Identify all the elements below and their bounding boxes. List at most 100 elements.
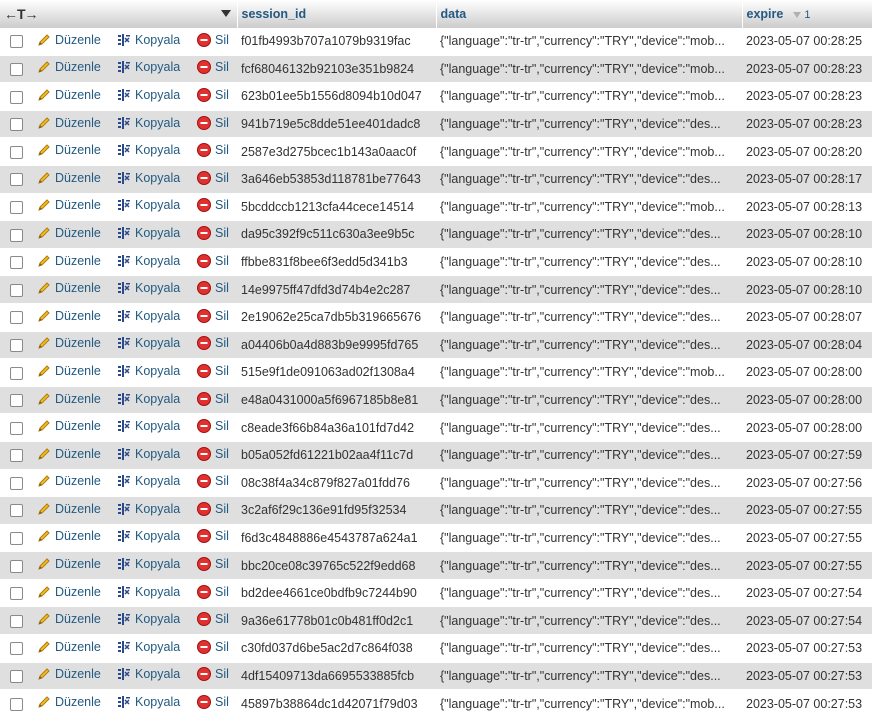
- delete-button[interactable]: Sil: [196, 59, 229, 75]
- sort-expire-link[interactable]: expire: [747, 7, 784, 21]
- delete-button[interactable]: Sil: [196, 197, 229, 213]
- column-header-session-id[interactable]: session_id: [237, 0, 437, 28]
- copy-button[interactable]: Kopyala: [116, 280, 180, 296]
- delete-button[interactable]: Sil: [196, 32, 229, 48]
- edit-button[interactable]: Düzenle: [36, 391, 101, 407]
- edit-button[interactable]: Düzenle: [36, 556, 101, 572]
- edit-button[interactable]: Düzenle: [36, 308, 101, 324]
- delete-button[interactable]: Sil: [196, 584, 229, 600]
- row-checkbox[interactable]: [9, 145, 23, 159]
- copy-button[interactable]: Kopyala: [116, 335, 180, 351]
- copy-button[interactable]: Kopyala: [116, 473, 180, 489]
- row-checkbox[interactable]: [9, 670, 23, 684]
- row-checkbox[interactable]: [9, 366, 23, 380]
- edit-button[interactable]: Düzenle: [36, 253, 101, 269]
- edit-button[interactable]: Düzenle: [36, 87, 101, 103]
- copy-button[interactable]: Kopyala: [116, 418, 180, 434]
- row-checkbox[interactable]: [9, 394, 23, 408]
- copy-button[interactable]: Kopyala: [116, 87, 180, 103]
- copy-button[interactable]: Kopyala: [116, 501, 180, 517]
- edit-button[interactable]: Düzenle: [36, 528, 101, 544]
- copy-button[interactable]: Kopyala: [116, 639, 180, 655]
- delete-button[interactable]: Sil: [196, 418, 229, 434]
- row-checkbox[interactable]: [9, 449, 23, 463]
- row-checkbox[interactable]: [9, 200, 23, 214]
- edit-button[interactable]: Düzenle: [36, 59, 101, 75]
- copy-button[interactable]: Kopyala: [116, 391, 180, 407]
- delete-button[interactable]: Sil: [196, 87, 229, 103]
- delete-button[interactable]: Sil: [196, 639, 229, 655]
- row-checkbox[interactable]: [9, 256, 23, 270]
- row-checkbox[interactable]: [9, 587, 23, 601]
- delete-button[interactable]: Sil: [196, 335, 229, 351]
- row-checkbox[interactable]: [9, 421, 23, 435]
- copy-button[interactable]: Kopyala: [116, 611, 180, 627]
- delete-button[interactable]: Sil: [196, 556, 229, 572]
- copy-button[interactable]: Kopyala: [116, 59, 180, 75]
- delete-button[interactable]: Sil: [196, 611, 229, 627]
- delete-button[interactable]: Sil: [196, 528, 229, 544]
- copy-button[interactable]: Kopyala: [116, 446, 180, 462]
- copy-button[interactable]: Kopyala: [116, 694, 180, 710]
- edit-button[interactable]: Düzenle: [36, 280, 101, 296]
- copy-button[interactable]: Kopyala: [116, 528, 180, 544]
- edit-button[interactable]: Düzenle: [36, 418, 101, 434]
- row-checkbox[interactable]: [9, 476, 23, 490]
- copy-button[interactable]: Kopyala: [116, 197, 180, 213]
- edit-button[interactable]: Düzenle: [36, 446, 101, 462]
- delete-button[interactable]: Sil: [196, 694, 229, 710]
- row-checkbox[interactable]: [9, 338, 23, 352]
- edit-button[interactable]: Düzenle: [36, 501, 101, 517]
- row-checkbox[interactable]: [9, 642, 23, 656]
- edit-button[interactable]: Düzenle: [36, 335, 101, 351]
- edit-button[interactable]: Düzenle: [36, 611, 101, 627]
- edit-button[interactable]: Düzenle: [36, 225, 101, 241]
- delete-button[interactable]: Sil: [196, 170, 229, 186]
- delete-button[interactable]: Sil: [196, 501, 229, 517]
- edit-button[interactable]: Düzenle: [36, 170, 101, 186]
- row-checkbox[interactable]: [9, 559, 23, 573]
- delete-button[interactable]: Sil: [196, 446, 229, 462]
- row-checkbox[interactable]: [9, 228, 23, 242]
- row-checkbox[interactable]: [9, 311, 23, 325]
- row-checkbox[interactable]: [9, 504, 23, 518]
- column-options-dropdown[interactable]: [217, 6, 231, 20]
- copy-button[interactable]: Kopyala: [116, 170, 180, 186]
- delete-button[interactable]: Sil: [196, 253, 229, 269]
- delete-button[interactable]: Sil: [196, 308, 229, 324]
- delete-button[interactable]: Sil: [196, 280, 229, 296]
- row-checkbox[interactable]: [9, 173, 23, 187]
- copy-button[interactable]: Kopyala: [116, 363, 180, 379]
- edit-button[interactable]: Düzenle: [36, 694, 101, 710]
- column-header-expire[interactable]: expire 1: [742, 0, 873, 28]
- row-checkbox[interactable]: [9, 62, 23, 76]
- copy-button[interactable]: Kopyala: [116, 584, 180, 600]
- delete-button[interactable]: Sil: [196, 666, 229, 682]
- column-nav-arrows[interactable]: ←T→: [4, 6, 39, 22]
- copy-button[interactable]: Kopyala: [116, 225, 180, 241]
- delete-button[interactable]: Sil: [196, 363, 229, 379]
- edit-button[interactable]: Düzenle: [36, 115, 101, 131]
- edit-button[interactable]: Düzenle: [36, 363, 101, 379]
- delete-button[interactable]: Sil: [196, 115, 229, 131]
- row-checkbox[interactable]: [9, 697, 23, 711]
- row-checkbox[interactable]: [9, 532, 23, 546]
- edit-button[interactable]: Düzenle: [36, 666, 101, 682]
- row-checkbox[interactable]: [9, 118, 23, 132]
- edit-button[interactable]: Düzenle: [36, 142, 101, 158]
- sort-data-link[interactable]: data: [441, 7, 467, 21]
- edit-button[interactable]: Düzenle: [36, 639, 101, 655]
- copy-button[interactable]: Kopyala: [116, 32, 180, 48]
- row-checkbox[interactable]: [9, 614, 23, 628]
- edit-button[interactable]: Düzenle: [36, 584, 101, 600]
- copy-button[interactable]: Kopyala: [116, 556, 180, 572]
- delete-button[interactable]: Sil: [196, 142, 229, 158]
- copy-button[interactable]: Kopyala: [116, 308, 180, 324]
- delete-button[interactable]: Sil: [196, 225, 229, 241]
- copy-button[interactable]: Kopyala: [116, 666, 180, 682]
- edit-button[interactable]: Düzenle: [36, 197, 101, 213]
- row-checkbox[interactable]: [9, 283, 23, 297]
- copy-button[interactable]: Kopyala: [116, 142, 180, 158]
- copy-button[interactable]: Kopyala: [116, 115, 180, 131]
- copy-button[interactable]: Kopyala: [116, 253, 180, 269]
